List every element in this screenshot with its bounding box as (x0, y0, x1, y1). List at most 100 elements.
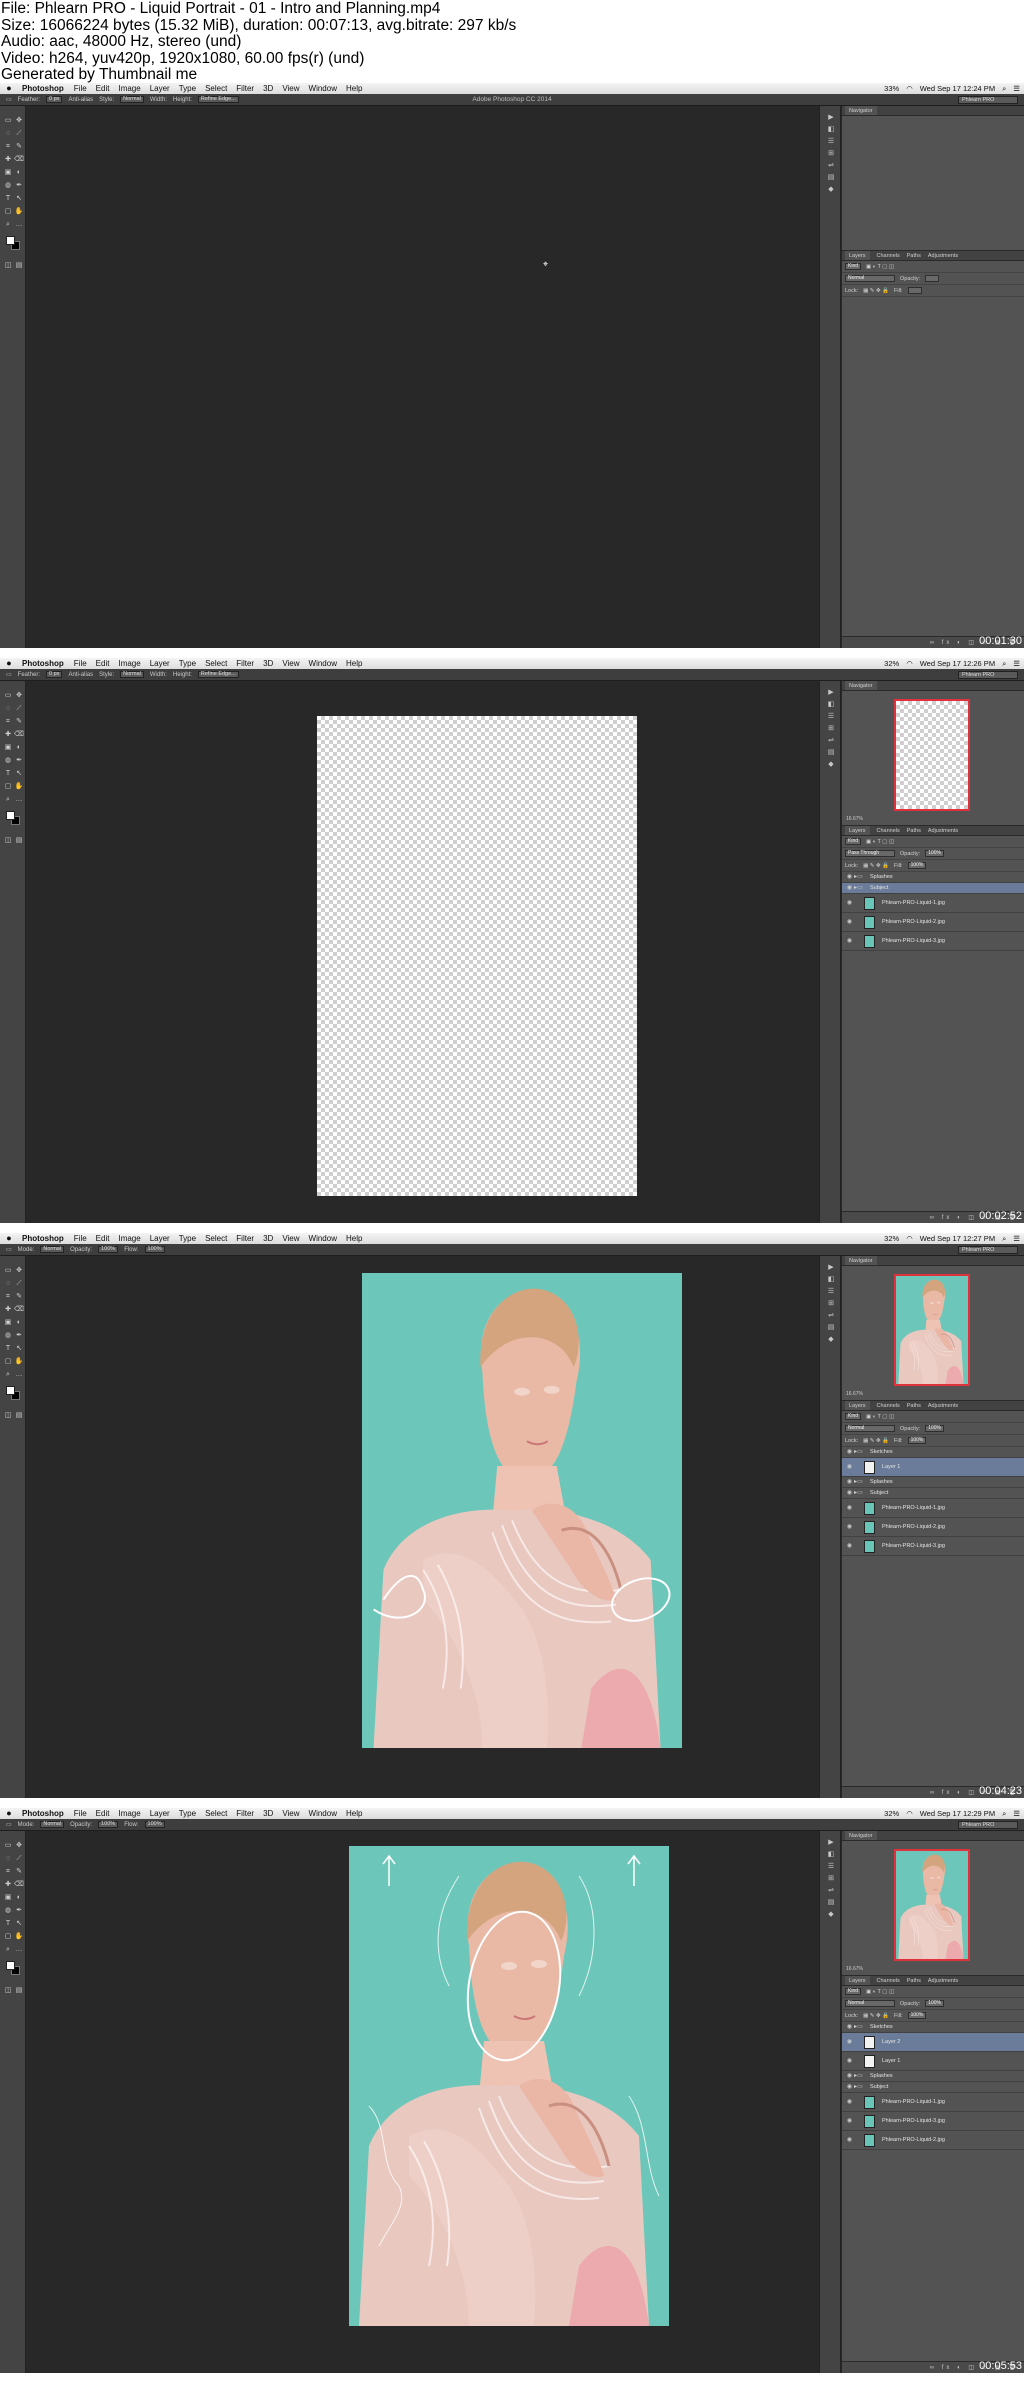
menu-item-layer[interactable]: Layer (150, 83, 170, 94)
folder-icon[interactable]: ▸▭ (854, 2082, 863, 2093)
menu-item-help[interactable]: Help (346, 1233, 362, 1244)
menu-item-type[interactable]: Type (179, 1233, 196, 1244)
feather-input[interactable]: 0 px (46, 671, 63, 678)
pen-tool-icon[interactable]: ✒ (14, 1906, 24, 1916)
more-tools-icon[interactable]: … (14, 795, 24, 805)
path-select-tool-icon[interactable]: ↖ (14, 1919, 24, 1929)
tab-layers[interactable]: Layers (845, 251, 870, 260)
document-canvas[interactable] (349, 1846, 669, 2326)
menu-item-type[interactable]: Type (179, 1808, 196, 1819)
workspace-select[interactable]: Phlearn PRO (958, 671, 1018, 679)
workspace-select[interactable]: Phlearn PRO (958, 1246, 1018, 1254)
swap-icon[interactable]: ⇌ (826, 1312, 836, 1320)
menu-item-help[interactable]: Help (346, 1808, 362, 1819)
healing-tool-icon[interactable]: ✚ (3, 155, 13, 165)
mode-select[interactable]: Normal (40, 1246, 65, 1253)
screen-mode-icon[interactable]: ▤ (14, 1986, 24, 1996)
gradient-tool-icon[interactable]: ▣ (3, 168, 13, 178)
app-menu[interactable]: Photoshop (22, 83, 64, 94)
tab-navigator[interactable]: Navigator (845, 1256, 877, 1265)
swap-icon[interactable]: ⇌ (826, 162, 836, 170)
apple-icon[interactable]: ● (0, 1808, 18, 1819)
folder-icon[interactable]: ▸▭ (854, 1447, 863, 1458)
menu-item-select[interactable]: Select (205, 1808, 227, 1819)
layer-fill-input[interactable]: 100% (907, 1437, 927, 1444)
visibility-eye-icon[interactable]: ◉ (845, 2112, 854, 2131)
menu-item-window[interactable]: Window (309, 1808, 337, 1819)
menu-item-help[interactable]: Help (346, 83, 362, 94)
kind-filter-select[interactable]: Kind (845, 1413, 862, 1420)
visibility-eye-icon[interactable]: ◉ (845, 1518, 854, 1537)
tab-adjustments[interactable]: Adjustments (928, 1401, 958, 1410)
move-tool-icon[interactable]: ✥ (14, 116, 24, 126)
layer-row[interactable]: ◉ ▸▭ Subject (842, 2082, 1024, 2093)
hand-tool-icon[interactable]: ✋ (14, 1932, 24, 1942)
document-canvas[interactable] (362, 1273, 682, 1748)
menu-item-3d[interactable]: 3D (263, 658, 273, 669)
lock-icons[interactable]: ▦ ✎ ✥ 🔒 (863, 285, 889, 297)
visibility-eye-icon[interactable]: ◉ (845, 2131, 854, 2150)
refine-edge-button[interactable]: Refine Edge... (197, 96, 239, 103)
properties-icon[interactable]: ☰ (826, 138, 836, 146)
type-tool-icon[interactable]: T (3, 1344, 13, 1354)
quick-mask-icon[interactable]: ◫ (3, 261, 13, 271)
menu-item-edit[interactable]: Edit (96, 1233, 110, 1244)
style-select[interactable]: Normal (120, 96, 144, 103)
folder-icon[interactable]: ▸▭ (854, 1477, 863, 1488)
flow-input[interactable]: 100% (144, 1821, 165, 1828)
visibility-eye-icon[interactable]: ◉ (845, 2052, 854, 2071)
menu-item-type[interactable]: Type (179, 658, 196, 669)
layer-row[interactable]: ◉ Layer 1 (842, 1458, 1024, 1477)
path-select-tool-icon[interactable]: ↖ (14, 1344, 24, 1354)
menu-item-edit[interactable]: Edit (96, 1808, 110, 1819)
battery-status[interactable]: 32% (884, 658, 899, 669)
refine-edge-button[interactable]: Refine Edge... (197, 671, 239, 678)
visibility-eye-icon[interactable]: ◉ (845, 1537, 854, 1556)
tab-layers[interactable]: Layers (845, 1401, 870, 1410)
crop-tool-icon[interactable]: ⌗ (3, 142, 13, 152)
visibility-eye-icon[interactable]: ◉ (845, 932, 854, 951)
menu-item-layer[interactable]: Layer (150, 1808, 170, 1819)
brushes-icon[interactable]: ⊞ (826, 150, 836, 158)
tool-preset-icon[interactable]: ▭ (6, 1819, 12, 1831)
workspace-select[interactable]: Phlearn PRO (958, 96, 1018, 104)
screen-mode-icon[interactable]: ▤ (14, 261, 24, 271)
layer-row[interactable]: ◉ Phlearn-PRO-Liquid-1.jpg (842, 2093, 1024, 2112)
tab-navigator[interactable]: Navigator (845, 681, 877, 690)
quick-select-tool-icon[interactable]: ⟋ (14, 1854, 24, 1864)
list-icon[interactable]: ☰ (1013, 83, 1020, 94)
swap-icon[interactable]: ⇌ (826, 1887, 836, 1895)
properties-icon[interactable]: ☰ (826, 713, 836, 721)
lasso-tool-icon[interactable]: ◌ (3, 704, 13, 714)
app-menu[interactable]: Photoshop (22, 1233, 64, 1244)
menu-item-layer[interactable]: Layer (150, 658, 170, 669)
visibility-eye-icon[interactable]: ◉ (845, 1458, 854, 1477)
healing-tool-icon[interactable]: ✚ (3, 1880, 13, 1890)
play-icon[interactable]: ▶ (826, 1839, 836, 1847)
visibility-eye-icon[interactable]: ◉ (845, 913, 854, 932)
path-select-tool-icon[interactable]: ↖ (14, 194, 24, 204)
play-icon[interactable]: ▶ (826, 689, 836, 697)
history-icon[interactable]: ◧ (826, 126, 836, 134)
menu-item-filter[interactable]: Filter (236, 658, 254, 669)
tab-channels[interactable]: Channels (877, 1976, 900, 1985)
visibility-eye-icon[interactable]: ◉ (845, 1499, 854, 1518)
eraser-tool-icon[interactable]: ⌫ (14, 1880, 24, 1890)
pen-tool-icon[interactable]: ✒ (14, 756, 24, 766)
dodge-tool-icon[interactable]: ◐ (14, 1318, 24, 1328)
screen-mode-icon[interactable]: ▤ (14, 1411, 24, 1421)
tab-channels[interactable]: Channels (877, 826, 900, 835)
folder-icon[interactable]: ▸▭ (854, 872, 863, 883)
list-icon[interactable]: ☰ (1013, 1808, 1020, 1819)
layer-row[interactable]: ◉ Phlearn-PRO-Liquid-3.jpg (842, 932, 1024, 951)
menu-item-help[interactable]: Help (346, 658, 362, 669)
menu-item-window[interactable]: Window (309, 658, 337, 669)
menu-item-filter[interactable]: Filter (236, 1808, 254, 1819)
tab-paths[interactable]: Paths (907, 1401, 921, 1410)
healing-tool-icon[interactable]: ✚ (3, 1305, 13, 1315)
layer-fill-input[interactable] (907, 287, 922, 294)
layer-opacity-input[interactable]: 100% (925, 2000, 944, 2007)
clock[interactable]: Wed Sep 17 12:24 PM (920, 83, 995, 94)
shape-tool-icon[interactable]: ▢ (3, 782, 13, 792)
history-icon[interactable]: ◧ (826, 1851, 836, 1859)
